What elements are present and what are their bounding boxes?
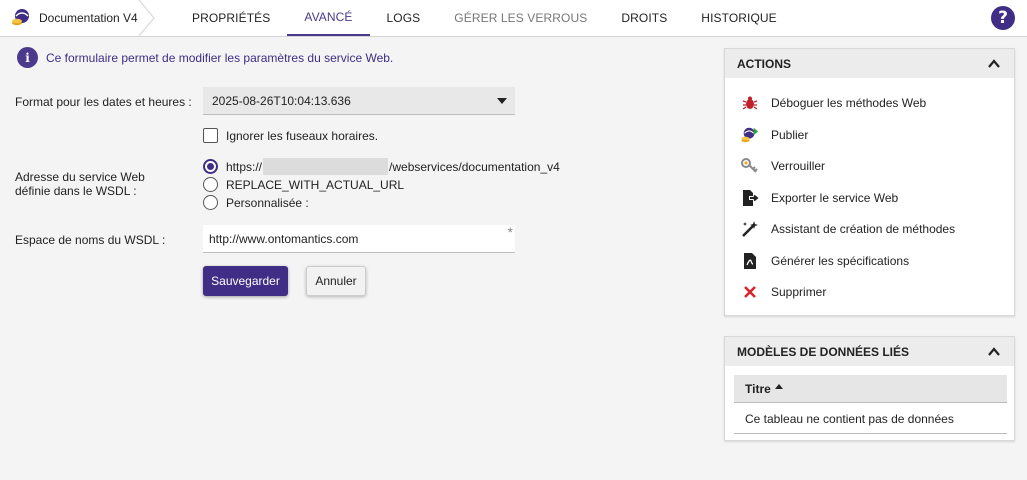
wsdl-option-url[interactable]: https:// /webservices/documentation_v4 <box>203 158 560 175</box>
action-publish[interactable]: Publier <box>741 126 808 144</box>
tab-bar: PROPRIÉTÉS AVANCÉ LOGS GÉRER LES VERROUS… <box>175 0 794 36</box>
info-icon: i <box>17 47 38 68</box>
empty-table-message: Ce tableau ne contient pas de données <box>734 404 1007 434</box>
top-bar: Documentation V4 PROPRIÉTÉS AVANCÉ LOGS … <box>0 0 1027 37</box>
linked-models-title: MODÈLES DE DONNÉES LIÉS <box>737 344 910 359</box>
column-header-titre[interactable]: Titre <box>734 375 1007 403</box>
tab-gerer-verrous[interactable]: GÉRER LES VERROUS <box>437 0 604 36</box>
wsdl-url-prefix: https:// <box>226 159 263 174</box>
tab-logs[interactable]: LOGS <box>370 0 438 36</box>
action-lock-label: Verrouiller <box>771 159 826 173</box>
action-export-label: Exporter le service Web <box>771 191 899 205</box>
webservice-icon <box>12 9 29 26</box>
action-delete-label: Supprimer <box>771 285 827 299</box>
date-format-label: Format pour les dates et heures : <box>15 95 192 109</box>
wsdl-address-label-line1: Adresse du service Web <box>15 170 145 184</box>
export-icon <box>743 190 759 206</box>
action-debug-label: Déboguer les méthodes Web <box>771 96 927 110</box>
bug-icon <box>742 96 758 110</box>
publish-icon <box>741 127 759 143</box>
wsdl-custom-radio[interactable] <box>203 195 218 210</box>
wsdl-url-radio[interactable] <box>203 159 218 174</box>
wsdl-address-label: Adresse du service Web définie dans le W… <box>15 170 145 198</box>
info-banner: i Ce formulaire permet de modifier les p… <box>17 47 393 68</box>
date-format-select[interactable]: 2025-08-26T10:04:13.636 <box>203 87 515 115</box>
ignore-timezones-label: Ignorer les fuseaux horaires. <box>226 128 379 143</box>
action-debug[interactable]: Déboguer les méthodes Web <box>741 94 926 112</box>
ignore-timezones-checkbox[interactable] <box>203 128 218 143</box>
cancel-button[interactable]: Annuler <box>306 266 366 296</box>
tab-avance[interactable]: AVANCÉ <box>287 0 370 36</box>
chevron-up-icon[interactable] <box>988 346 1000 358</box>
action-method-wizard-label: Assistant de création de méthodes <box>771 222 956 236</box>
pdf-file-icon <box>744 253 756 269</box>
wsdl-address-label-line2: définie dans le WSDL : <box>15 184 137 198</box>
wsdl-option-custom[interactable]: Personnalisée : <box>203 195 309 210</box>
linked-models-header[interactable]: MODÈLES DE DONNÉES LIÉS <box>725 337 1014 366</box>
tab-proprietes[interactable]: PROPRIÉTÉS <box>175 0 287 36</box>
breadcrumb-separator <box>138 0 155 36</box>
sort-ascending-icon <box>774 384 783 389</box>
action-lock[interactable]: Verrouiller <box>741 157 825 175</box>
tab-historique[interactable]: HISTORIQUE <box>684 0 793 36</box>
actions-panel-title: ACTIONS <box>737 56 791 71</box>
app-tab[interactable]: Documentation V4 <box>0 0 153 36</box>
masked-host <box>263 158 389 175</box>
tab-droits[interactable]: DROITS <box>604 0 684 36</box>
action-generate-specs[interactable]: Générer les spécifications <box>741 252 909 270</box>
actions-panel: ACTIONS Déboguer les méthodes Web Publie… <box>724 48 1015 316</box>
chevron-up-icon[interactable] <box>988 58 1000 70</box>
wsdl-replace-radio[interactable] <box>203 177 218 192</box>
column-header-label: Titre <box>745 381 771 396</box>
wsdl-url-suffix: /webservices/documentation_v4 <box>389 159 560 174</box>
action-method-wizard[interactable]: Assistant de création de méthodes <box>741 220 955 238</box>
actions-panel-header[interactable]: ACTIONS <box>725 49 1014 78</box>
help-button[interactable]: ? <box>991 6 1015 30</box>
action-delete[interactable]: Supprimer <box>741 283 826 301</box>
wsdl-replace-label: REPLACE_WITH_ACTUAL_URL <box>226 177 405 192</box>
linked-models-panel: MODÈLES DE DONNÉES LIÉS Titre Ce tableau… <box>724 336 1015 441</box>
namespace-value: http://www.ontomantics.com <box>209 231 359 246</box>
date-format-value: 2025-08-26T10:04:13.636 <box>212 93 351 108</box>
ignore-timezones-row[interactable]: Ignorer les fuseaux horaires. <box>203 128 378 143</box>
action-generate-specs-label: Générer les spécifications <box>771 254 910 268</box>
save-button[interactable]: Sauvegarder <box>203 266 288 296</box>
app-title: Documentation V4 <box>39 11 138 25</box>
wsdl-custom-label: Personnalisée : <box>226 195 309 210</box>
namespace-label: Espace de noms du WSDL : <box>15 233 166 247</box>
key-icon <box>741 158 758 173</box>
required-marker: * <box>507 224 513 240</box>
action-export[interactable]: Exporter le service Web <box>741 189 898 207</box>
delete-icon <box>744 286 756 298</box>
info-text: Ce formulaire permet de modifier les par… <box>46 50 394 65</box>
dropdown-arrow-icon <box>497 98 507 104</box>
namespace-input[interactable]: http://www.ontomantics.com * <box>203 224 515 253</box>
magic-wand-icon <box>742 221 758 237</box>
action-publish-label: Publier <box>771 128 809 142</box>
wsdl-option-replace[interactable]: REPLACE_WITH_ACTUAL_URL <box>203 177 404 192</box>
